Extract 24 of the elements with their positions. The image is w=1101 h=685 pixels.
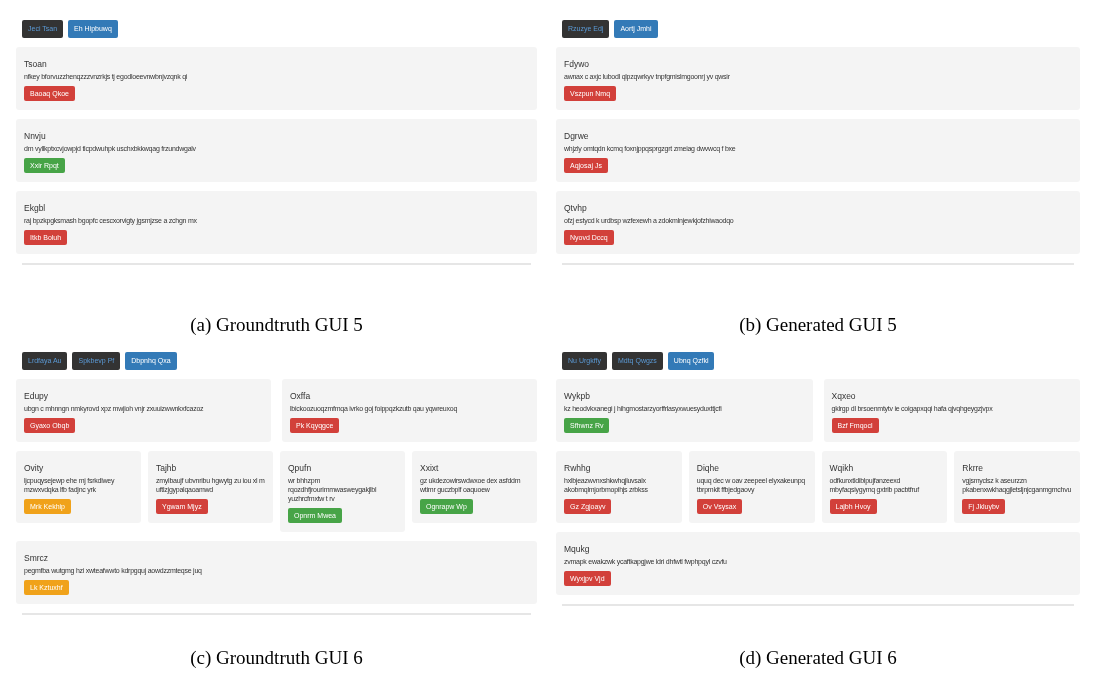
card-title: Qtvhp xyxy=(564,203,587,213)
card-title: Dgrwe xyxy=(564,131,589,141)
card-title: Smrcz xyxy=(24,553,49,563)
figure-caption: (d) Generated GUI 6 xyxy=(738,646,898,670)
figure-caption: (b) Generated GUI 5 xyxy=(738,313,898,337)
card-title: Xqxeo xyxy=(831,391,856,401)
card-title: Wykpb xyxy=(564,391,590,401)
card-title: Rkrre xyxy=(962,463,984,473)
card-title: Xxixt xyxy=(420,463,439,473)
card-title: Tsoan xyxy=(24,59,47,69)
card-title: Ovity xyxy=(24,463,44,473)
card-title: Diqhe xyxy=(696,463,719,473)
card-title: Nnvju xyxy=(24,131,46,141)
figure-caption: (c) Groundtruth GUI 6 xyxy=(189,646,364,670)
card-title: Wqikh xyxy=(829,463,854,473)
card-title: Qpufn xyxy=(288,463,312,473)
card-title: Ekgbl xyxy=(24,203,46,213)
card-title: Mqukg xyxy=(564,544,590,554)
card-title: Oxffa xyxy=(290,391,311,401)
figure-caption: (a) Groundtruth GUI 5 xyxy=(189,313,364,337)
card-title: Rwhhg xyxy=(564,463,591,473)
card-title: Edupy xyxy=(24,391,49,401)
card-title: Fdywo xyxy=(564,59,590,69)
card-title: Tajhb xyxy=(156,463,177,473)
